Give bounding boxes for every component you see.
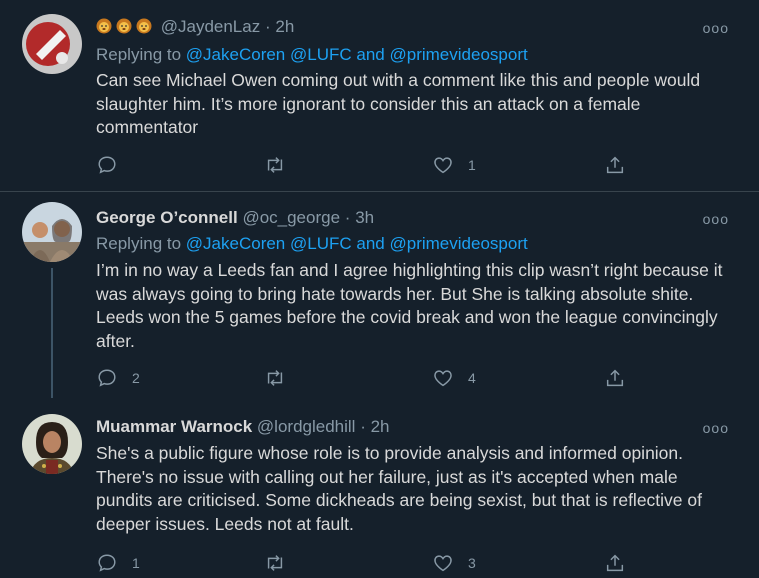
tweet-header: George O’connell @oc_george · 3h — [96, 208, 374, 228]
timestamp[interactable]: 2h — [275, 17, 294, 36]
tweet-header: Muammar Warnock @lordgledhill · 2h — [96, 417, 390, 437]
replying-to: Replying to @JakeCoren @LUFC and @primev… — [96, 234, 528, 253]
tweet[interactable]: @JaydenLaz · 2h ooo Replying to @JakeCor… — [0, 0, 759, 192]
reply-button[interactable]: 2 — [96, 367, 140, 389]
user-handle[interactable]: @lordgledhill — [257, 417, 356, 436]
avatar[interactable] — [22, 414, 82, 474]
timestamp[interactable]: 3h — [355, 208, 374, 227]
reply-button[interactable] — [96, 154, 132, 176]
share-icon — [606, 369, 624, 387]
tweet-text: I’m in no way a Leeds fan and I agree hi… — [96, 260, 723, 351]
share-button[interactable] — [604, 552, 626, 574]
tweet-text: She's a public figure whose role is to p… — [96, 443, 702, 534]
retweet-icon — [267, 370, 283, 386]
share-button[interactable] — [604, 367, 626, 389]
share-icon — [606, 156, 624, 174]
mention-link[interactable]: @LUFC — [290, 234, 352, 253]
like-button[interactable]: 1 — [432, 154, 476, 176]
separator-dot: · — [360, 417, 366, 436]
like-button[interactable]: 3 — [432, 552, 476, 574]
reply-button[interactable]: 1 — [96, 552, 140, 574]
reply-icon — [98, 156, 116, 174]
display-name[interactable]: Muammar Warnock — [96, 417, 252, 436]
separator-dot: · — [344, 208, 351, 227]
mention-link[interactable]: @JakeCoren — [186, 234, 285, 253]
mention-link[interactable]: @LUFC — [290, 45, 352, 64]
share-icon — [606, 554, 624, 572]
timestamp[interactable]: 2h — [371, 417, 390, 436]
retweet-icon — [267, 157, 283, 173]
tweet[interactable]: Muammar Warnock @lordgledhill · 2h ooo S… — [0, 402, 759, 578]
thread-line — [51, 268, 53, 398]
mention-link[interactable]: @JakeCoren — [186, 45, 285, 64]
share-button[interactable] — [604, 154, 626, 176]
heart-icon — [434, 370, 452, 387]
tweet[interactable]: George O’connell @oc_george · 3h ooo Rep… — [0, 192, 759, 402]
mention-and[interactable]: and — [356, 234, 384, 253]
mention-link[interactable]: @primevideosport — [390, 234, 528, 253]
like-count: 3 — [468, 555, 476, 571]
like-count: 1 — [468, 157, 476, 173]
heart-icon — [434, 157, 452, 174]
replying-to: Replying to @JakeCoren @LUFC and @primev… — [96, 45, 528, 64]
more-options-icon[interactable]: ooo — [703, 211, 729, 227]
retweet-icon — [267, 555, 283, 571]
tweet-actions: 2 4 — [96, 367, 656, 391]
more-options-icon[interactable]: ooo — [703, 420, 729, 436]
retweet-button[interactable] — [264, 552, 300, 574]
avatar[interactable] — [22, 14, 82, 74]
like-button[interactable]: 4 — [432, 367, 476, 389]
reply-count: 2 — [132, 370, 140, 386]
user-handle[interactable]: @oc_george — [242, 208, 340, 227]
tweet-text: Can see Michael Owen coming out with a c… — [96, 70, 701, 137]
tweet-header: @JaydenLaz · 2h — [96, 17, 294, 37]
mention-link[interactable]: @primevideosport — [390, 45, 528, 64]
mention-and[interactable]: and — [356, 45, 384, 64]
retweet-button[interactable] — [264, 367, 300, 389]
reply-icon — [98, 369, 116, 387]
like-count: 4 — [468, 370, 476, 386]
more-options-icon[interactable]: ooo — [703, 20, 729, 36]
tweet-actions: 1 3 — [96, 552, 656, 576]
user-handle[interactable]: @JaydenLaz — [161, 17, 261, 36]
display-name[interactable]: George O’connell — [96, 208, 238, 227]
reply-count: 1 — [132, 555, 140, 571]
reply-icon — [98, 554, 116, 572]
lion-emoji-icon — [96, 17, 161, 36]
retweet-button[interactable] — [264, 154, 300, 176]
separator-dot: · — [264, 17, 271, 36]
heart-icon — [434, 555, 452, 572]
avatar[interactable] — [22, 202, 82, 262]
tweet-actions: 1 — [96, 154, 656, 178]
